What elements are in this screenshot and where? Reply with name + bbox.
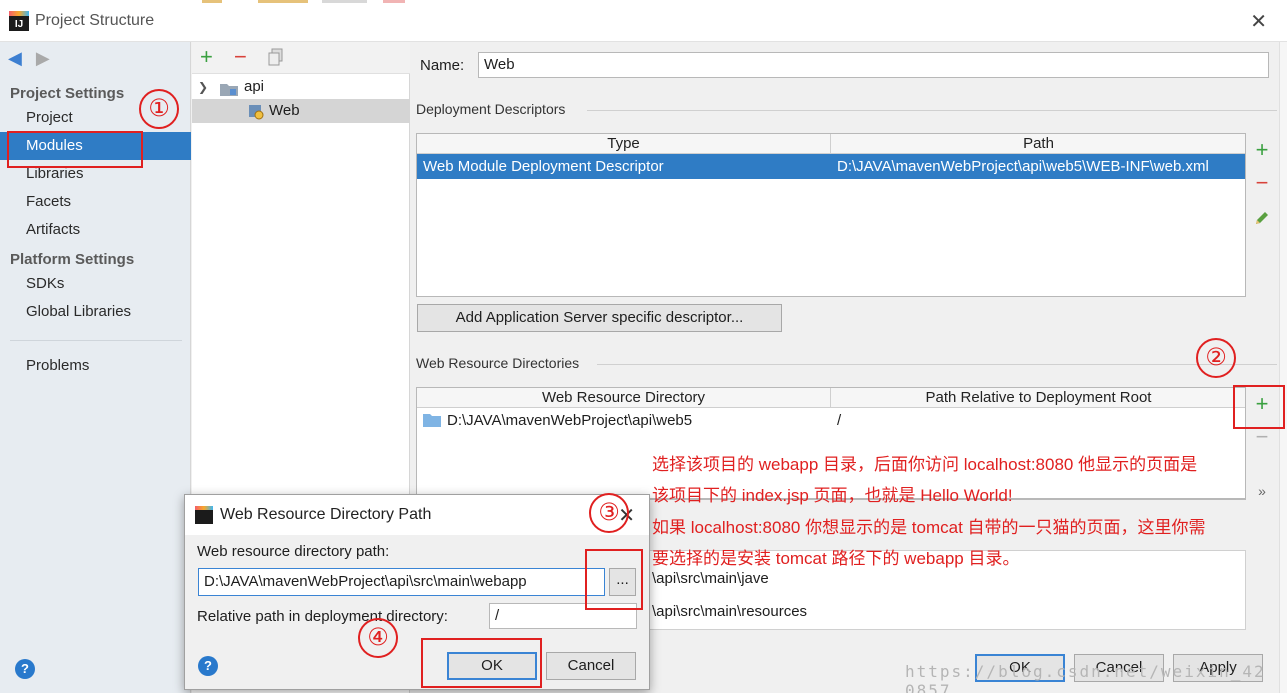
- background-window-strip: [383, 0, 405, 3]
- close-icon[interactable]: ✕: [1250, 9, 1267, 34]
- deployment-descriptors-heading: Deployment Descriptors: [416, 101, 566, 117]
- source-root-row[interactable]: \api\src\main\resources: [646, 599, 807, 624]
- annotation-text-line: 如果 localhost:8080 你想显示的是 tomcat 自带的一只猫的页…: [652, 518, 1206, 537]
- help-icon[interactable]: ?: [198, 656, 218, 676]
- section-divider: [597, 364, 1277, 365]
- column-header-relative-path[interactable]: Path Relative to Deployment Root: [831, 388, 1245, 408]
- annotation-box-add: [1233, 385, 1285, 429]
- name-label: Name:: [420, 57, 465, 74]
- dialog-title-bar: Web Resource Directory Path ✕: [185, 495, 649, 535]
- sidebar-item-problems[interactable]: Problems: [0, 352, 191, 380]
- forward-arrow-icon[interactable]: ▶︎: [36, 48, 50, 69]
- annotation-box-ok: [421, 638, 542, 688]
- sidebar-item-facets[interactable]: Facets: [0, 188, 191, 216]
- platform-settings-heading: Platform Settings: [10, 251, 135, 268]
- intellij-logo-icon: IJ: [9, 11, 29, 31]
- sidebar-item-sdks[interactable]: SDKs: [0, 270, 191, 298]
- annotation-marker-1: ①: [139, 89, 179, 129]
- path-input[interactable]: D:\JAVA\mavenWebProject\api\src\main\web…: [198, 568, 605, 596]
- deployment-descriptors-table: Type Path Web Module Deployment Descript…: [416, 133, 1246, 297]
- tree-node-web[interactable]: Web: [192, 99, 410, 123]
- tree-toolbar: + −: [192, 42, 410, 74]
- folder-icon: [423, 413, 441, 431]
- annotation-box-modules: [7, 131, 143, 168]
- remove-icon[interactable]: −: [234, 46, 247, 68]
- back-arrow-icon[interactable]: ◀︎: [8, 48, 22, 69]
- web-facet-icon: [248, 104, 264, 128]
- sidebar-item-artifacts[interactable]: Artifacts: [0, 216, 191, 244]
- background-window-strip: [202, 0, 222, 3]
- column-header-web-resource-directory[interactable]: Web Resource Directory: [417, 388, 831, 408]
- tree-node-api[interactable]: ❯ api: [192, 75, 410, 99]
- nav-arrows: ◀︎ ▶︎: [8, 48, 50, 69]
- tree-node-label: api: [244, 78, 265, 95]
- window-title: Project Structure: [35, 12, 155, 29]
- table-row[interactable]: Web Module Deployment Descriptor D:\JAVA…: [417, 154, 1245, 179]
- name-field[interactable]: Web: [478, 52, 1269, 78]
- background-window-edge: [1279, 42, 1287, 693]
- annotation-box-browse: [585, 549, 643, 610]
- background-window-strip: [322, 0, 367, 3]
- cell-type: Web Module Deployment Descriptor: [423, 158, 664, 175]
- help-icon[interactable]: ?: [15, 659, 35, 679]
- annotation-marker-3: ③: [589, 493, 629, 533]
- web-resource-directories-heading: Web Resource Directories: [416, 355, 580, 371]
- tree-node-label: Web: [269, 102, 300, 119]
- copy-icon[interactable]: [268, 48, 284, 70]
- intellij-logo-icon: [195, 506, 213, 524]
- sidebar-item-global-libraries[interactable]: Global Libraries: [0, 298, 191, 326]
- chevron-down-icon[interactable]: ❯: [198, 75, 208, 99]
- dialog-cancel-button[interactable]: Cancel: [546, 652, 636, 680]
- project-settings-heading: Project Settings: [10, 85, 125, 102]
- cell-directory: D:\JAVA\mavenWebProject\api\web5: [447, 412, 693, 429]
- relative-path-label: Relative path in deployment directory:: [197, 608, 448, 625]
- remove-web-resource-icon[interactable]: −: [1250, 426, 1274, 448]
- annotation-marker-2: ②: [1196, 338, 1236, 378]
- cell-relative-path: /: [837, 412, 842, 429]
- annotation-text-line: 该项目下的 index.jsp 页面，也就是 Hello World!: [652, 486, 1013, 505]
- add-server-descriptor-button[interactable]: Add Application Server specific descript…: [417, 304, 782, 332]
- sidebar-divider: [10, 340, 182, 341]
- edit-pencil-icon[interactable]: [1250, 208, 1274, 230]
- title-bar: IJ Project Structure ✕: [0, 0, 1287, 42]
- column-header-path[interactable]: Path: [831, 134, 1245, 154]
- background-window-strip: [258, 0, 308, 3]
- annotation-marker-4: ④: [358, 618, 398, 658]
- column-header-type[interactable]: Type: [417, 134, 831, 154]
- annotation-text-line: 要选择的是安装 tomcat 路径下的 webapp 目录。: [652, 549, 1020, 568]
- add-icon[interactable]: +: [200, 46, 213, 68]
- watermark: https://blog.csdn.net/weixin_42 0857: [905, 662, 1266, 693]
- remove-descriptor-icon[interactable]: −: [1250, 172, 1274, 194]
- more-icon[interactable]: »: [1250, 480, 1274, 502]
- dialog-title: Web Resource Directory Path: [220, 506, 432, 523]
- table-row[interactable]: D:\JAVA\mavenWebProject\api\web5 /: [417, 408, 1245, 433]
- cell-path: D:\JAVA\mavenWebProject\api\web5\WEB-INF…: [837, 158, 1209, 175]
- web-resource-directory-dialog: Web Resource Directory Path ✕ Web resour…: [184, 494, 650, 690]
- annotation-text-line: 选择该项目的 webapp 目录，后面你访问 localhost:8080 他显…: [652, 455, 1198, 474]
- add-descriptor-icon[interactable]: +: [1250, 139, 1274, 161]
- section-divider: [587, 110, 1277, 111]
- path-label: Web resource directory path:: [197, 543, 390, 560]
